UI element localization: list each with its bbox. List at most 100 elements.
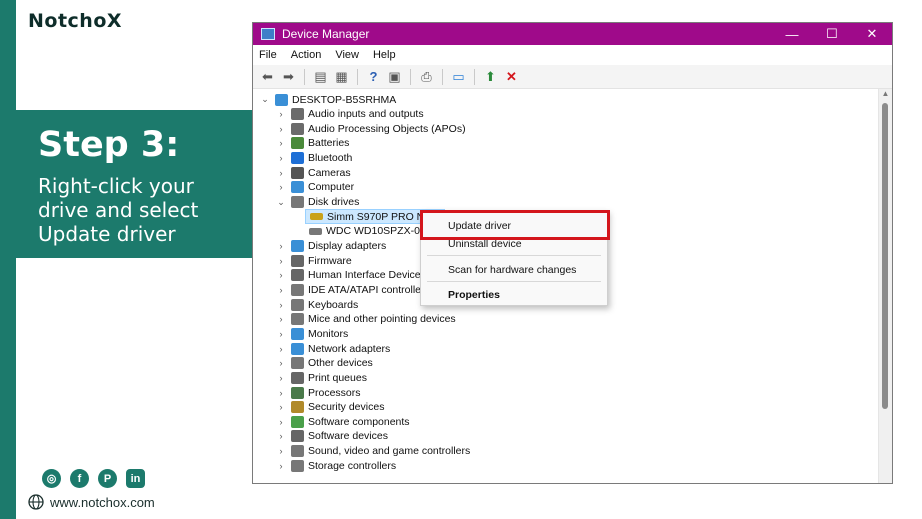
processor-icon bbox=[291, 386, 304, 399]
linkedin-icon[interactable]: in bbox=[126, 469, 145, 488]
menu-file[interactable]: File bbox=[259, 49, 277, 61]
help-icon[interactable]: ? bbox=[365, 68, 382, 85]
vertical-scrollbar[interactable]: ▲ bbox=[878, 89, 892, 483]
tree-category[interactable]: › Audio Processing Objects (APOs) bbox=[275, 121, 466, 136]
chevron-right-icon[interactable]: › bbox=[275, 241, 287, 251]
toolbar-separator bbox=[474, 68, 475, 85]
chevron-right-icon[interactable]: › bbox=[275, 182, 287, 192]
chevron-right-icon[interactable]: › bbox=[275, 153, 287, 163]
scroll-up-icon[interactable]: ▲ bbox=[879, 89, 892, 101]
tree-category-label: Computer bbox=[308, 181, 355, 194]
step-card: Step 3: Right-click your drive and selec… bbox=[16, 110, 266, 258]
tree-category-label: Software devices bbox=[308, 430, 388, 443]
tree-category-label: Software components bbox=[308, 415, 410, 428]
chevron-right-icon[interactable]: › bbox=[275, 417, 287, 427]
tree-category-label: Audio inputs and outputs bbox=[308, 108, 424, 121]
menu-help[interactable]: Help bbox=[373, 49, 396, 61]
chevron-right-icon[interactable]: › bbox=[275, 168, 287, 178]
tree-category[interactable]: › Network adapters bbox=[275, 341, 390, 356]
unknown-device-icon bbox=[291, 357, 304, 370]
title-bar[interactable]: Device Manager — ☐ ✕ bbox=[253, 23, 892, 45]
chevron-right-icon[interactable]: › bbox=[275, 285, 287, 295]
tree-category-label: Network adapters bbox=[308, 342, 391, 355]
tree-category[interactable]: › Sound, video and game controllers bbox=[275, 444, 470, 459]
chevron-right-icon[interactable]: › bbox=[275, 256, 287, 266]
chevron-right-icon[interactable]: › bbox=[275, 314, 287, 324]
tree-category[interactable]: › Security devices bbox=[275, 400, 384, 415]
tree-disk-device[interactable]: WDC WD10SPZX-08Z1 bbox=[305, 224, 438, 239]
toolbar: ⬅ ➡ ▤ ▦ ? ▣ ⎙ ▭ ⬆ ✕ bbox=[253, 65, 892, 89]
menu-view[interactable]: View bbox=[335, 49, 359, 61]
chevron-right-icon[interactable]: › bbox=[275, 388, 287, 398]
chevron-right-icon[interactable]: › bbox=[275, 329, 287, 339]
tree-category[interactable]: › Keyboards bbox=[275, 297, 358, 312]
tree-category[interactable]: › Batteries bbox=[275, 136, 349, 151]
tree-category[interactable]: › Print queues bbox=[275, 370, 367, 385]
chevron-right-icon[interactable]: › bbox=[275, 138, 287, 148]
chevron-right-icon[interactable]: › bbox=[275, 124, 287, 134]
tree-category[interactable]: › Mice and other pointing devices bbox=[275, 312, 456, 327]
uninstall-x-icon[interactable]: ✕ bbox=[503, 68, 520, 85]
disk-icon bbox=[291, 196, 304, 209]
menu-separator bbox=[427, 255, 601, 256]
details-pane-icon[interactable]: ▣ bbox=[386, 68, 403, 85]
back-arrow-icon[interactable]: ⬅ bbox=[259, 68, 276, 85]
print-icon[interactable]: ⎙ bbox=[418, 68, 435, 85]
tree-category[interactable]: › Computer bbox=[275, 180, 354, 195]
chevron-right-icon[interactable]: › bbox=[275, 300, 287, 310]
firmware-icon bbox=[291, 254, 304, 267]
chevron-right-icon[interactable]: › bbox=[275, 402, 287, 412]
instagram-icon[interactable]: ◎ bbox=[42, 469, 61, 488]
brand-strip bbox=[0, 0, 16, 519]
tree-category[interactable]: › Software devices bbox=[275, 429, 388, 444]
tree-category-label: Human Interface Devices bbox=[308, 269, 426, 282]
tree-category[interactable]: › Cameras bbox=[275, 165, 351, 180]
toolbar-separator bbox=[357, 68, 358, 85]
chevron-right-icon[interactable]: › bbox=[275, 431, 287, 441]
tree-category[interactable]: › Monitors bbox=[275, 326, 348, 341]
tree-category[interactable]: › Bluetooth bbox=[275, 151, 352, 166]
battery-icon bbox=[291, 137, 304, 150]
speaker-icon bbox=[291, 122, 304, 135]
tree-category[interactable]: › Software components bbox=[275, 414, 410, 429]
pinterest-icon[interactable]: P bbox=[98, 469, 117, 488]
menu-item-scan-hardware[interactable]: Scan for hardware changes bbox=[448, 264, 576, 276]
show-hide-console-icon[interactable]: ▤ bbox=[312, 68, 329, 85]
chevron-right-icon[interactable]: › bbox=[275, 461, 287, 471]
tree-category[interactable]: › Audio inputs and outputs bbox=[275, 107, 424, 122]
properties-sheet-icon[interactable]: ▦ bbox=[333, 68, 350, 85]
chevron-right-icon[interactable]: › bbox=[275, 358, 287, 368]
close-button[interactable]: ✕ bbox=[852, 23, 892, 45]
monitor-icon bbox=[291, 181, 304, 194]
scan-monitor-icon[interactable]: ▭ bbox=[450, 68, 467, 85]
forward-arrow-icon[interactable]: ➡ bbox=[280, 68, 297, 85]
tree-category[interactable]: › Processors bbox=[275, 385, 361, 400]
tree-category[interactable]: › Display adapters bbox=[275, 239, 386, 254]
tree-category[interactable]: › IDE ATA/ATAPI controllers bbox=[275, 282, 430, 297]
tree-category-label: Bluetooth bbox=[308, 152, 353, 165]
menu-action[interactable]: Action bbox=[291, 49, 322, 61]
scroll-thumb[interactable] bbox=[882, 103, 888, 409]
chevron-right-icon[interactable]: › bbox=[275, 270, 287, 280]
menu-item-properties[interactable]: Properties bbox=[448, 289, 500, 301]
chevron-right-icon[interactable]: › bbox=[275, 344, 287, 354]
chevron-down-icon[interactable]: ⌄ bbox=[259, 94, 271, 105]
keyboard-icon bbox=[291, 298, 304, 311]
chevron-right-icon[interactable]: › bbox=[275, 109, 287, 119]
tree-category[interactable]: › Other devices bbox=[275, 356, 373, 371]
tree-category[interactable]: › Storage controllers bbox=[275, 458, 396, 473]
minimize-button[interactable]: — bbox=[772, 23, 812, 45]
chevron-down-icon[interactable]: ⌄ bbox=[275, 197, 287, 208]
chevron-right-icon[interactable]: › bbox=[275, 446, 287, 456]
tree-category[interactable]: ⌄ Disk drives bbox=[275, 195, 359, 210]
tree-category[interactable]: › Firmware bbox=[275, 253, 352, 268]
tree-root[interactable]: ⌄ DESKTOP-B5SRHMA bbox=[259, 92, 396, 107]
tree-category-label: Display adapters bbox=[308, 240, 387, 252]
tree-category[interactable]: › Human Interface Devices bbox=[275, 268, 426, 283]
display-adapter-icon bbox=[291, 240, 304, 252]
chevron-right-icon[interactable]: › bbox=[275, 373, 287, 383]
add-driver-icon[interactable]: ⬆ bbox=[482, 68, 499, 85]
website-link[interactable]: www.notchox.com bbox=[28, 494, 155, 510]
maximize-button[interactable]: ☐ bbox=[812, 23, 852, 45]
facebook-icon[interactable]: f bbox=[70, 469, 89, 488]
